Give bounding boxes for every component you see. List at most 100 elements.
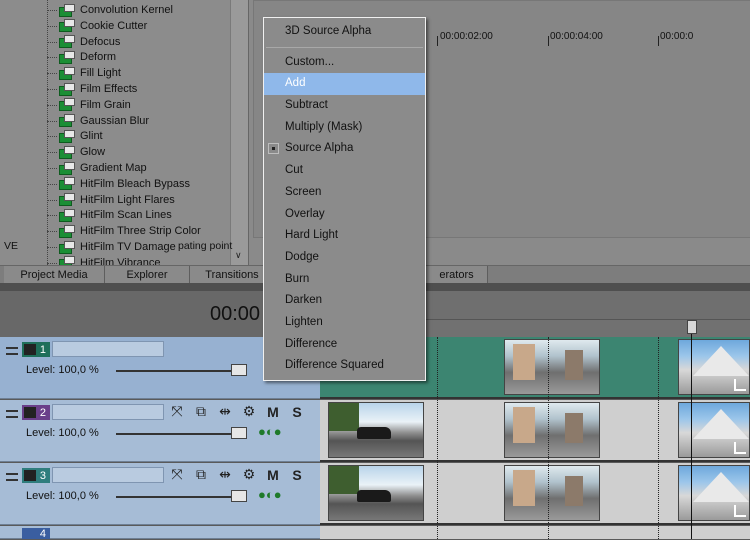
fx-list-item[interactable]: HitFilm Three Strip Color <box>47 223 201 239</box>
video-clip[interactable] <box>678 402 750 458</box>
menu-item-difference[interactable]: Difference <box>264 334 425 356</box>
track-level-slider[interactable] <box>116 496 246 498</box>
fx-list-item[interactable]: Defocus <box>47 34 120 50</box>
track-lane-4[interactable] <box>320 526 750 539</box>
track-name-field[interactable] <box>52 341 164 357</box>
track-name-field[interactable] <box>52 467 164 483</box>
video-clip[interactable] <box>504 402 600 458</box>
solo-button[interactable]: S <box>288 404 306 420</box>
tree-branch <box>47 231 57 233</box>
track-minimize-icon[interactable] <box>6 347 18 355</box>
track-lane-2[interactable] <box>320 400 750 462</box>
menu-item-overlay[interactable]: Overlay <box>264 204 425 226</box>
fx-list-item[interactable]: HitFilm Scan Lines <box>47 207 172 223</box>
track-fx-plugin-icon[interactable]: ●◐● <box>258 487 282 502</box>
fx-list-item[interactable]: Convolution Kernel <box>47 2 173 18</box>
track-minimize-icon[interactable] <box>6 473 18 481</box>
tree-branch <box>47 25 57 27</box>
menu-item-darken[interactable]: Darken <box>264 290 425 312</box>
track-compositing-icon[interactable]: ⧉ <box>192 403 210 420</box>
fx-list-item[interactable]: HitFilm Light Flares <box>47 192 175 208</box>
effect-description-prefix: VE <box>4 240 19 252</box>
menu-item-label: Hard Light <box>285 229 339 242</box>
video-fx-plugin-icon <box>58 256 75 265</box>
clip-thumbnail-roof <box>693 409 749 439</box>
video-clip[interactable] <box>678 339 750 395</box>
menu-item-multiply-mask[interactable]: Multiply (Mask) <box>264 117 425 139</box>
mute-button[interactable]: M <box>264 467 282 483</box>
fx-list-item-label: HitFilm Light Flares <box>80 193 175 206</box>
fx-list-item[interactable]: HitFilm Bleach Bypass <box>47 176 190 192</box>
track-motion-blur-icon[interactable]: ⇹ <box>216 403 234 420</box>
playhead-line[interactable] <box>691 334 692 539</box>
fx-list-item[interactable]: Film Effects <box>47 81 137 97</box>
fx-list-item-label: HitFilm Scan Lines <box>80 209 172 222</box>
track-header-2[interactable]: 2 ⤧ ⧉ ⇹ ⚙ M S Level: 100,0 % ●◐● <box>0 400 320 462</box>
fx-list-item[interactable]: HitFilm TV Damage <box>47 239 176 255</box>
solo-button[interactable]: S <box>288 467 306 483</box>
menu-item-dodge[interactable]: Dodge <box>264 247 425 269</box>
track-motion-blur-icon[interactable]: ⇹ <box>216 466 234 483</box>
video-fx-plugin-icon <box>58 114 75 128</box>
menu-item-hard-light[interactable]: Hard Light <box>264 225 425 247</box>
video-clip[interactable] <box>504 465 600 521</box>
track-fx-plugin-icon[interactable]: ●◐● <box>258 424 282 439</box>
video-clip[interactable] <box>678 465 750 521</box>
fx-list-item[interactable]: Deform <box>47 49 116 65</box>
fx-list-item-label: Gaussian Blur <box>80 114 150 127</box>
track-level-slider-knob[interactable] <box>231 490 247 502</box>
menu-item-lighten[interactable]: Lighten <box>264 312 425 334</box>
track-level-slider-knob[interactable] <box>231 364 247 376</box>
track-header-4[interactable]: 4 <box>0 526 320 540</box>
mute-button[interactable]: M <box>264 404 282 420</box>
fx-list-item[interactable]: Gradient Map <box>47 160 147 176</box>
playhead-handle[interactable] <box>687 320 697 334</box>
track-minimize-icon[interactable] <box>6 410 18 418</box>
pan-crop-icon[interactable] <box>734 442 746 454</box>
ruler-label: 00:00:0 <box>660 31 694 42</box>
track-motion-icon[interactable]: ⤧ <box>168 403 186 420</box>
track-level-slider-knob[interactable] <box>231 427 247 439</box>
fx-list-item[interactable]: HitFilm Vibrance <box>47 255 161 265</box>
track-level-slider[interactable] <box>116 370 246 372</box>
fx-list-item[interactable]: Fill Light <box>47 65 121 81</box>
tab-media-generators[interactable]: erators <box>426 266 488 284</box>
scroll-down-icon[interactable]: ∨ <box>235 250 242 261</box>
video-clip[interactable] <box>328 402 424 458</box>
track-name-field[interactable] <box>52 404 164 420</box>
track-fx-gear-icon[interactable]: ⚙ <box>240 466 258 483</box>
pan-crop-icon[interactable] <box>734 505 746 517</box>
menu-item-screen[interactable]: Screen <box>264 182 425 204</box>
timeline-gridline <box>548 337 549 539</box>
menu-item-3d-source-alpha[interactable]: 3D Source Alpha <box>264 21 425 43</box>
menu-item-source-alpha[interactable]: Source Alpha <box>264 138 425 160</box>
fx-list-item[interactable]: Film Grain <box>47 97 131 113</box>
tab-explorer[interactable]: Explorer <box>105 266 190 284</box>
fx-list-item[interactable]: Gaussian Blur <box>47 113 150 129</box>
track-compositing-icon[interactable]: ⧉ <box>192 466 210 483</box>
menu-item-label: Multiply (Mask) <box>285 120 363 133</box>
fx-list-item[interactable]: Glint <box>47 128 103 144</box>
menu-item-burn[interactable]: Burn <box>264 269 425 291</box>
menu-item-cut[interactable]: Cut <box>264 160 425 182</box>
menu-item-custom[interactable]: Custom... <box>264 52 425 74</box>
menu-item-add[interactable]: Add <box>264 73 425 96</box>
fx-list-item[interactable]: Glow <box>47 144 105 160</box>
fx-list-item[interactable]: Cookie Cutter <box>47 18 147 34</box>
fx-list-scrollbar[interactable]: ∨ <box>230 0 248 265</box>
track-level-slider[interactable] <box>116 433 246 435</box>
video-clip[interactable] <box>328 465 424 521</box>
track-fx-gear-icon[interactable]: ⚙ <box>240 403 258 420</box>
track-motion-icon[interactable]: ⤧ <box>168 466 186 483</box>
tab-project-media[interactable]: Project Media <box>4 266 105 284</box>
menu-item-label: Darken <box>285 294 323 307</box>
track-lane-3[interactable] <box>320 463 750 525</box>
menu-item-subtract[interactable]: Subtract <box>264 95 425 117</box>
clip-thumbnail-building <box>513 407 535 443</box>
fx-list-item-label: Convolution Kernel <box>80 4 173 16</box>
pan-crop-icon[interactable] <box>734 379 746 391</box>
clip-thumbnail-roof <box>693 472 749 502</box>
video-clip[interactable] <box>504 339 600 395</box>
track-header-3[interactable]: 3 ⤧ ⧉ ⇹ ⚙ M S Level: 100,0 % ●◐● <box>0 463 320 525</box>
menu-item-difference-squared[interactable]: Difference Squared <box>264 355 425 377</box>
